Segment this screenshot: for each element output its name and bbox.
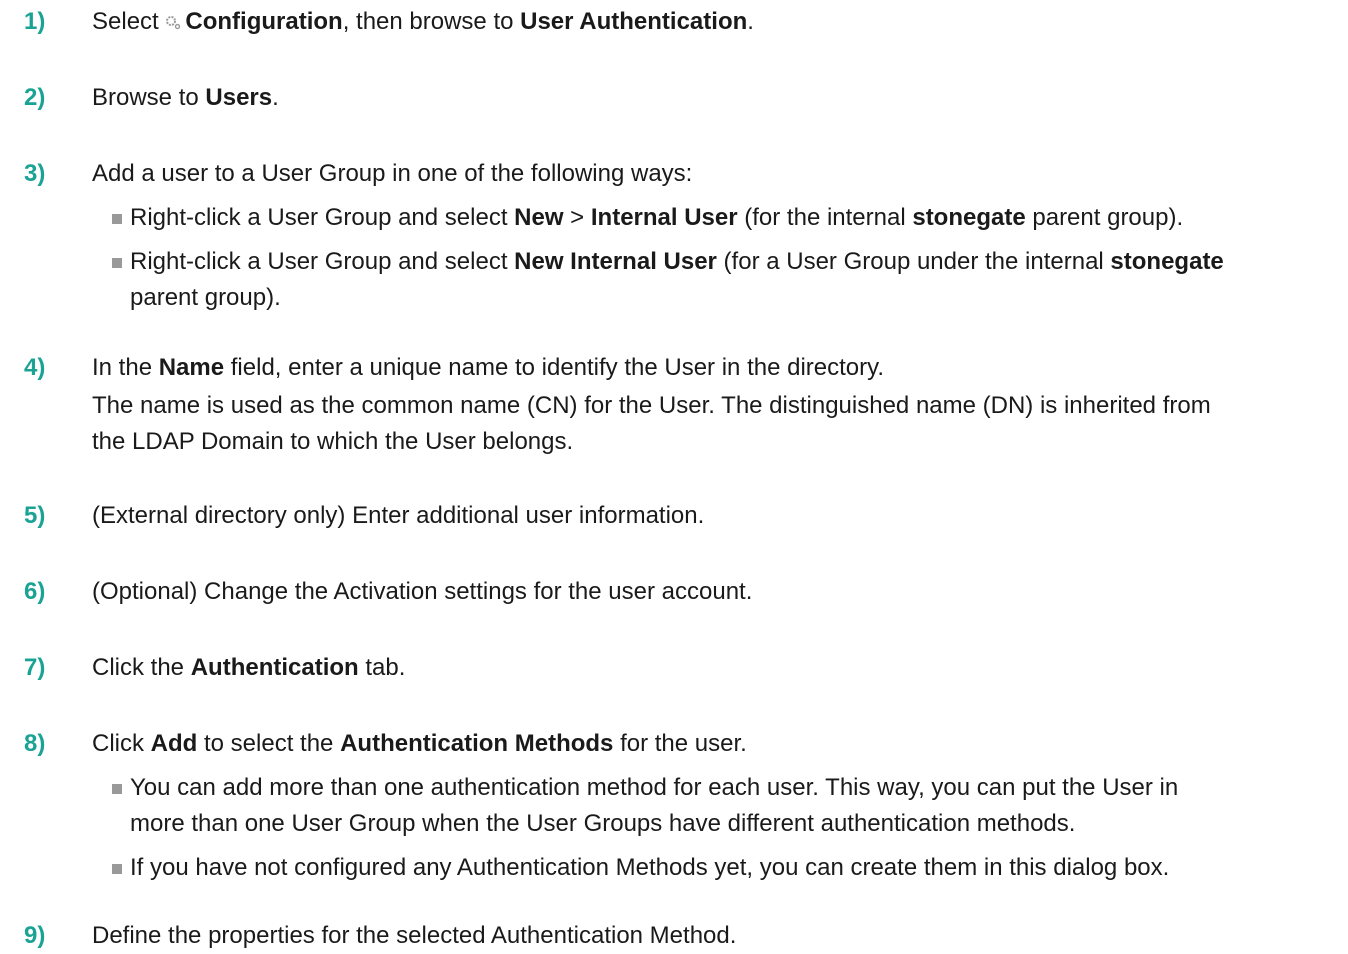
step-instruction: In the Name field, enter a unique name t… [92, 350, 1348, 386]
step-instruction: Browse to Users. [92, 80, 1348, 116]
step-note: The name is used as the common name (CN)… [92, 392, 1211, 419]
step-number: 9) [24, 922, 46, 949]
bullet-line: Right-click a User Group and select New … [130, 200, 1348, 236]
step-number: 4) [24, 354, 46, 381]
step-instruction: Add a user to a User Group in one of the… [92, 156, 1348, 192]
text-fragment: Right-click a User Group and select [130, 248, 515, 275]
text-fragment: field, enter a unique name to identify t… [224, 354, 885, 381]
step-instruction: (External directory only) Enter addition… [92, 498, 1348, 534]
text-fragment: (for a User Group under the internal [716, 248, 1111, 275]
step-instruction: Click the Authentication tab. [92, 650, 1348, 686]
step-number: 1) [24, 8, 46, 35]
text-fragment: Browse to [92, 84, 206, 111]
text-fragment: (Optional) Change the Activation setting… [92, 578, 753, 605]
bold-term: stonegate [912, 204, 1026, 231]
bold-term: Name [158, 354, 225, 381]
step-instruction: Define the properties for the selected A… [92, 918, 1348, 954]
step-instruction: (Optional) Change the Activation setting… [92, 574, 1348, 610]
bullet-list: Right-click a User Group and select New … [92, 200, 1348, 316]
text-fragment: (External directory only) Enter addition… [92, 502, 705, 529]
text-fragment: for the user. [613, 730, 747, 757]
step-instruction: Select Configuration, then browse to Use… [92, 4, 1348, 40]
text-fragment: In the [92, 354, 159, 381]
step-text: Add a user to a User Group in one of the… [92, 156, 1348, 324]
bullet-square-icon [112, 214, 122, 224]
bullet-square-icon [112, 864, 122, 874]
text-fragment: Select [92, 8, 166, 35]
bullet-line: If you have not configured any Authentic… [130, 850, 1348, 886]
step-text: In the Name field, enter a unique name t… [92, 350, 1348, 460]
step-number: 2) [24, 84, 46, 111]
step-text: Define the properties for the selected A… [92, 918, 1348, 954]
bullet-item: If you have not configured any Authentic… [92, 850, 1348, 886]
text-fragment: > [563, 204, 591, 231]
bold-term: New [514, 204, 564, 231]
text-fragment: Define the properties for the selected A… [92, 922, 737, 949]
bold-term: Internal User [590, 204, 738, 231]
text-fragment: (for the internal [737, 204, 913, 231]
bold-term: Add [150, 730, 198, 757]
bullet-line: parent group). [130, 280, 1348, 316]
step-instruction: Click Add to select the Authentication M… [92, 726, 1348, 762]
step-note: the LDAP Domain to which the User belong… [92, 428, 574, 455]
bullet-item: Right-click a User Group and select New … [92, 244, 1348, 316]
bullet-line: more than one User Group when the User G… [130, 806, 1348, 842]
step-number: 6) [24, 578, 46, 605]
bullet-list: You can add more than one authentication… [92, 770, 1348, 886]
text-fragment: Click the [92, 654, 191, 681]
bold-term: User Authentication [520, 8, 748, 35]
gear-icon [166, 16, 181, 30]
text-fragment: Add a user to a User Group in one of the… [92, 160, 693, 187]
bold-term: New Internal User [514, 248, 717, 275]
step-text: Select Configuration, then browse to Use… [92, 4, 1348, 40]
bullet-square-icon [112, 784, 122, 794]
text-fragment: Right-click a User Group and select [130, 204, 515, 231]
text-fragment: more than one User Group when the User G… [130, 810, 1076, 837]
step-text: Browse to Users. [92, 80, 1348, 116]
step-number: 5) [24, 502, 46, 529]
text-fragment: If you have not configured any Authentic… [130, 854, 1170, 881]
bold-term: Authentication Methods [340, 730, 614, 757]
bold-term: Users [205, 84, 273, 111]
text-fragment: parent group). [1025, 204, 1184, 231]
bullet-line: You can add more than one authentication… [130, 770, 1348, 806]
text-fragment: to select the [197, 730, 341, 757]
bold-term: Authentication [190, 654, 359, 681]
step-text: (Optional) Change the Activation setting… [92, 574, 1348, 610]
text-fragment: Click [92, 730, 151, 757]
step-text: Click the Authentication tab. [92, 650, 1348, 686]
step-text: (External directory only) Enter addition… [92, 498, 1348, 534]
step-number: 8) [24, 730, 46, 757]
text-fragment: parent group). [130, 284, 281, 311]
step-number: 3) [24, 160, 46, 187]
bullet-line: Right-click a User Group and select New … [130, 244, 1348, 280]
text-fragment: tab. [358, 654, 406, 681]
text-fragment: You can add more than one authentication… [130, 774, 1179, 801]
bold-term: stonegate [1110, 248, 1224, 275]
bullet-item: You can add more than one authentication… [92, 770, 1348, 842]
text-fragment: . [747, 8, 754, 35]
step-number: 7) [24, 654, 46, 681]
step-text: Click Add to select the Authentication M… [92, 726, 1348, 894]
text-fragment: , then browse to [342, 8, 521, 35]
text-fragment: . [272, 84, 279, 111]
bullet-square-icon [112, 258, 122, 268]
bold-term: Configuration [185, 8, 343, 35]
bullet-item: Right-click a User Group and select New … [92, 200, 1348, 236]
